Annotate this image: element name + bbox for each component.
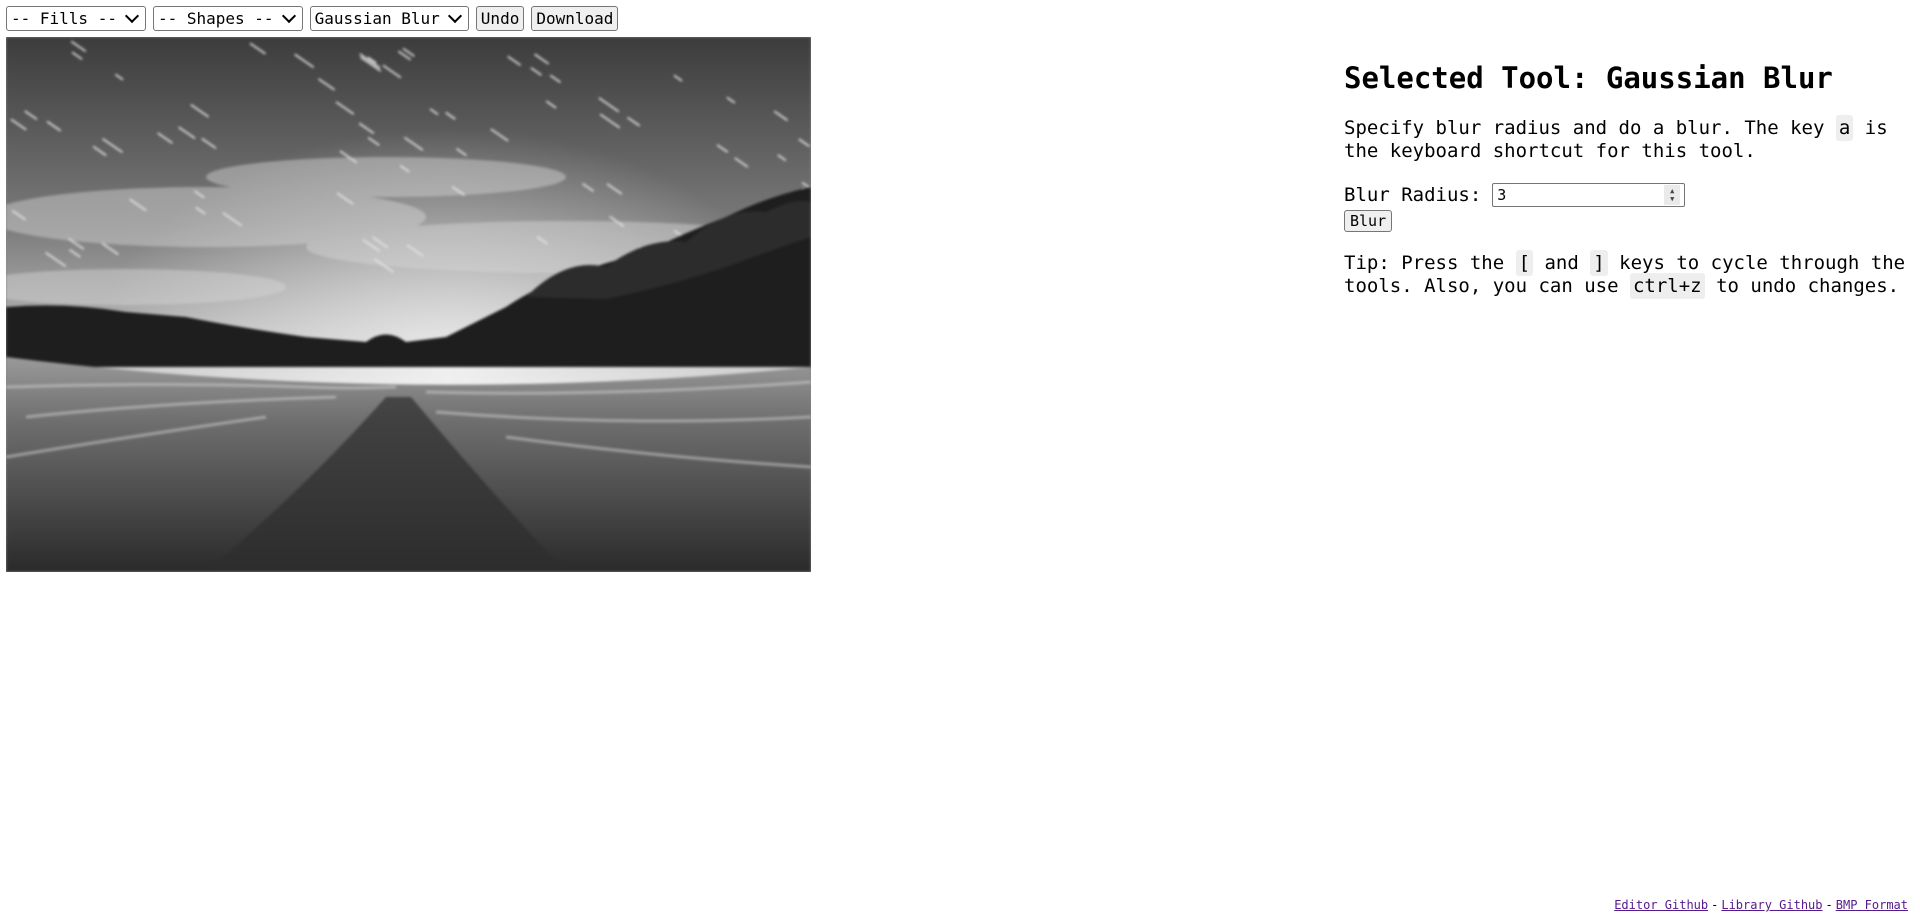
blur-radius-row: Blur Radius: 3 ▲ ▼ [1344, 183, 1920, 207]
fills-select[interactable]: -- Fills -- [6, 6, 146, 31]
tool-panel: Selected Tool: Gaussian Blur Specify blu… [1344, 60, 1920, 318]
download-button[interactable]: Download [531, 6, 619, 31]
footer-separator: - [1711, 898, 1719, 912]
description-text: Specify blur radius and do a blur. The k… [1344, 117, 1836, 139]
image-canvas[interactable] [6, 37, 811, 572]
shapes-select[interactable]: -- Shapes -- [152, 6, 303, 31]
panel-title: Selected Tool: Gaussian Blur [1344, 61, 1833, 95]
undo-button[interactable]: Undo [475, 6, 525, 31]
tool-select-value: Gaussian Blur [314, 9, 440, 28]
toolbar: -- Fills -- -- Shapes -- Gaussian Blur U… [6, 6, 619, 31]
key-bracket-right: ] [1590, 250, 1608, 276]
editor-github-link[interactable]: Editor Github [1614, 898, 1708, 912]
shortcut-key: a [1835, 115, 1854, 141]
key-ctrl-z: ctrl+z [1629, 273, 1705, 299]
library-github-link[interactable]: Library Github [1721, 898, 1822, 912]
key-bracket-left: [ [1515, 250, 1534, 276]
tip-and: and [1533, 252, 1591, 274]
chevron-down-icon [124, 8, 140, 24]
blur-radius-value: 3 [1497, 185, 1507, 204]
landscape-photo [6, 37, 811, 572]
tip-text: Tip: Press the [ and ] keys to cycle thr… [1344, 250, 1920, 299]
bmp-format-link[interactable]: BMP Format [1836, 898, 1908, 912]
tool-select[interactable]: Gaussian Blur [309, 6, 469, 31]
fills-select-value: -- Fills -- [11, 9, 117, 28]
tip-post: to undo changes. [1704, 275, 1900, 297]
blur-radius-label: Blur Radius: [1344, 183, 1482, 206]
blur-button[interactable]: Blur [1344, 210, 1393, 232]
footer: Editor Github - Library Github - BMP For… [1614, 898, 1908, 912]
spinner-icon[interactable]: ▲ ▼ [1664, 185, 1681, 205]
tip-pre: Tip: Press the [1344, 252, 1516, 274]
chevron-down-icon [447, 8, 462, 24]
blur-radius-input[interactable]: 3 ▲ ▼ [1492, 183, 1686, 207]
tool-description: Specify blur radius and do a blur. The k… [1344, 115, 1920, 163]
shapes-select-value: -- Shapes -- [157, 9, 274, 28]
footer-separator: - [1825, 898, 1833, 912]
chevron-down-icon [281, 8, 296, 24]
